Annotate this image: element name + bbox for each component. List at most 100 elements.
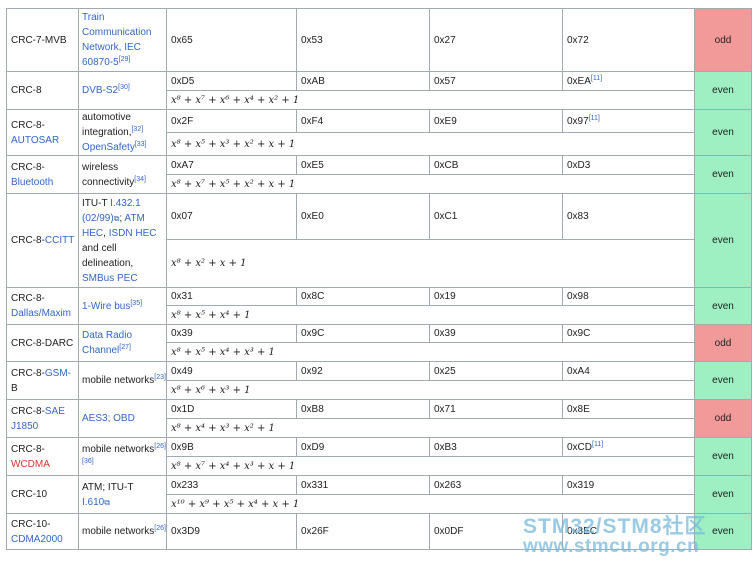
polynomial: x⁸ + x⁵ + x⁴ + 1 xyxy=(166,305,695,325)
uses-cell: automotive integration,[32] OpenSafety[33… xyxy=(78,109,167,156)
crc-name: CRC-7-MVB xyxy=(6,8,79,72)
table-row: CRC-8-CCITT ITU-T I.432.1 (02/99)⧉; ATM … xyxy=(6,193,752,288)
reversed-value: 0x53 xyxy=(296,8,430,72)
parity-badge: even xyxy=(694,155,752,194)
uses-cell: AES3; OBD xyxy=(78,399,167,438)
citation-link[interactable]: [23] xyxy=(154,374,166,381)
uses-link[interactable]: 1-Wire bus xyxy=(82,301,130,312)
citation-link[interactable]: [11] xyxy=(592,441,603,448)
table-row: CRC-8- Bluetooth wireless connectivity[34… xyxy=(6,155,752,194)
normal-value: 0x39 xyxy=(166,324,297,343)
crc-name-link[interactable]: WCDMA xyxy=(11,459,50,470)
citation-link[interactable]: [30] xyxy=(118,84,130,91)
crc-name: CRC-8- WCDMA xyxy=(6,437,79,476)
reversed-value: 0x92 xyxy=(296,361,430,381)
polynomial: x⁸ + x⁵ + x³ + x² + x + 1 xyxy=(166,132,695,156)
reversed-reciprocal-value: 0x9C xyxy=(562,324,695,343)
table-row: CRC-8- AUTOSAR automotive integration,[32… xyxy=(6,109,752,156)
uses-link[interactable]: OpenSafety xyxy=(82,142,135,153)
citation-link[interactable]: [11] xyxy=(591,75,602,82)
citation-link[interactable]: [26] xyxy=(154,525,166,532)
citation-link[interactable]: [11] xyxy=(589,115,600,122)
uses-link[interactable]: Train Communication Network, IEC 60870-5 xyxy=(82,12,151,68)
uses-cell: 1-Wire bus[35] xyxy=(78,287,167,325)
reversed-reciprocal-value: 0x98 xyxy=(562,287,695,306)
uses-link[interactable]: DVB-S2 xyxy=(82,85,118,96)
table-row: CRC-7-MVB Train Communication Network, I… xyxy=(6,8,752,72)
uses-cell: mobile networks[23] xyxy=(78,361,167,400)
parity-badge: even xyxy=(694,475,752,514)
citation-link[interactable]: [33] xyxy=(135,141,147,148)
reversed-reciprocal-value: 0xEA[11] xyxy=(562,71,695,91)
crc-name-link[interactable]: CCITT xyxy=(45,235,74,246)
polynomial: x⁸ + x⁷ + x⁶ + x⁴ + x² + 1 xyxy=(166,90,695,110)
crc-name: CRC-8- AUTOSAR xyxy=(6,109,79,156)
reversed-value: 0xE5 xyxy=(296,155,430,175)
normal-value: 0xA7 xyxy=(166,155,297,175)
parity-badge: even xyxy=(694,109,752,156)
normal-value: 0x49 xyxy=(166,361,297,381)
uses-cell: ATM; ITU-T I.610⧉ xyxy=(78,475,167,514)
uses-cell: ITU-T I.432.1 (02/99)⧉; ATM HEC, ISDN HE… xyxy=(78,193,167,288)
reciprocal-value: 0x71 xyxy=(429,399,563,419)
uses-link[interactable]: AES3; OBD xyxy=(82,413,135,424)
table-row: CRC-8-DARC Data Radio Channel[27] 0x39 0… xyxy=(6,324,752,362)
crc-name: CRC-8- Dallas/Maxim xyxy=(6,287,79,325)
reversed-reciprocal-value: 0x72 xyxy=(562,8,695,72)
uses-link[interactable]: Data Radio Channel xyxy=(82,330,132,356)
uses-link[interactable]: ISDN HEC xyxy=(109,228,157,239)
table-row: CRC-10 ATM; ITU-T I.610⧉ 0x233 0x331 0x26… xyxy=(6,475,752,514)
table-row: CRC-8-GSM- B mobile networks[23] 0x49 0x9… xyxy=(6,361,752,400)
reciprocal-value: 0xE9 xyxy=(429,109,563,133)
crc-name-link[interactable]: CDMA2000 xyxy=(11,534,63,545)
parity-badge: even xyxy=(694,287,752,325)
uses-link[interactable]: SMBus PEC xyxy=(82,273,138,284)
polynomial: x⁸ + x⁷ + x⁵ + x² + x + 1 xyxy=(166,174,695,194)
crc-name-link[interactable]: AUTOSAR xyxy=(11,135,59,146)
table-row: CRC-8- Dallas/Maxim 1-Wire bus[35] 0x31 0… xyxy=(6,287,752,325)
uses-cell: DVB-S2[30] xyxy=(78,71,167,110)
parity-badge: odd xyxy=(694,324,752,362)
parity-badge: even xyxy=(694,361,752,400)
crc-name-link[interactable]: GSM- xyxy=(45,368,71,379)
uses-cell: mobile networks[26][36] xyxy=(78,437,167,476)
crc-name: CRC-8-SAE J1850 xyxy=(6,399,79,438)
reciprocal-value: 0xB3 xyxy=(429,437,563,457)
reversed-reciprocal-value: 0x319 xyxy=(562,475,695,495)
parity-badge: odd xyxy=(694,399,752,438)
citation-link[interactable]: [35] xyxy=(130,300,142,307)
citation-link[interactable]: [32] xyxy=(131,126,143,133)
watermark-url: www.stmcu.org.cn xyxy=(523,536,700,557)
normal-value: 0x65 xyxy=(166,8,297,72)
crc-table: CRC-7-MVB Train Communication Network, I… xyxy=(6,8,752,550)
normal-value: 0x31 xyxy=(166,287,297,306)
crc-name: CRC-8-GSM- B xyxy=(6,361,79,400)
crc-name-link[interactable]: Dallas/Maxim xyxy=(11,308,71,319)
uses-link[interactable]: I.610 xyxy=(82,497,104,508)
table-row: CRC-8- WCDMA mobile networks[26][36] 0x9B… xyxy=(6,437,752,476)
uses-cell: mobile networks[26] xyxy=(78,513,167,550)
uses-cell: Train Communication Network, IEC 60870-5… xyxy=(78,8,167,72)
reversed-reciprocal-value: 0xA4 xyxy=(562,361,695,381)
normal-value: 0x3D9 xyxy=(166,513,297,550)
citation-link[interactable]: [29] xyxy=(119,56,131,63)
uses-cell: wireless connectivity[34] xyxy=(78,155,167,194)
citation-link[interactable]: [27] xyxy=(119,344,131,351)
reversed-value: 0x331 xyxy=(296,475,430,495)
reversed-reciprocal-value: 0xCD[11] xyxy=(562,437,695,457)
reversed-value: 0xE0 xyxy=(296,193,430,240)
crc-name: CRC-10 xyxy=(6,475,79,514)
normal-value: 0x233 xyxy=(166,475,297,495)
crc-name: CRC-8-DARC xyxy=(6,324,79,362)
reciprocal-value: 0x25 xyxy=(429,361,563,381)
polynomial: x⁸ + x² + x + 1 xyxy=(166,239,695,288)
reciprocal-value: 0xCB xyxy=(429,155,563,175)
reciprocal-value: 0x19 xyxy=(429,287,563,306)
citation-link[interactable]: [34] xyxy=(134,176,146,183)
crc-name: CRC-8- Bluetooth xyxy=(6,155,79,194)
normal-value: 0x1D xyxy=(166,399,297,419)
reciprocal-value: 0xC1 xyxy=(429,193,563,240)
crc-name: CRC-10- CDMA2000 xyxy=(6,513,79,550)
crc-name-link[interactable]: Bluetooth xyxy=(11,177,53,188)
crc-name: CRC-8 xyxy=(6,71,79,110)
